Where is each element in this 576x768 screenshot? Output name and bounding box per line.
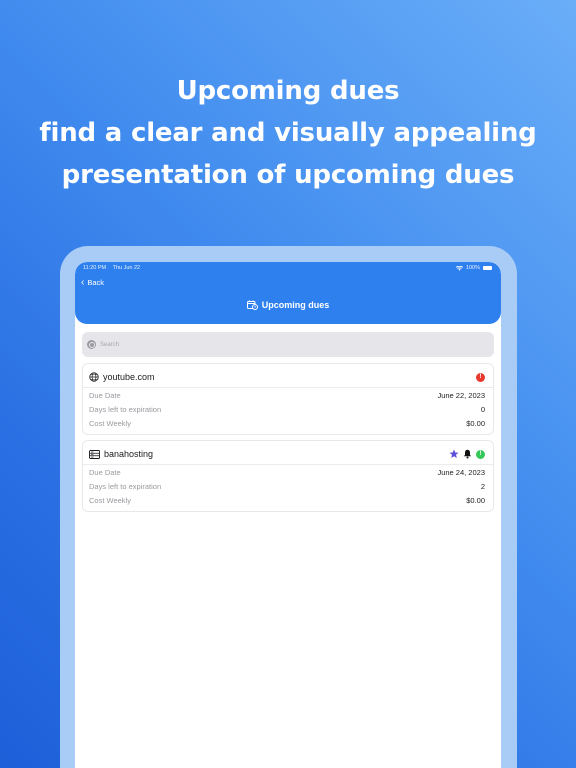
marketing-headline: Upcoming dues find a clear and visually … bbox=[0, 70, 576, 196]
status-time: 11:20 PM bbox=[83, 265, 107, 271]
days-left-value: 0 bbox=[480, 404, 485, 414]
due-date-value: June 22, 2023 bbox=[437, 390, 485, 400]
days-left-label: Days left to expiration bbox=[89, 481, 162, 491]
bell-icon bbox=[464, 449, 471, 459]
headline-line-3: presentation of upcoming dues bbox=[61, 160, 515, 190]
divider bbox=[83, 387, 493, 388]
page-title-text: Upcoming dues bbox=[261, 300, 330, 310]
status-badges: ! bbox=[449, 449, 485, 459]
battery-percent: 100% bbox=[465, 265, 480, 271]
item-name: banahosting bbox=[104, 449, 154, 459]
due-date-row: Due Date June 24, 2023 bbox=[89, 466, 485, 478]
search-field[interactable]: Search bbox=[82, 332, 494, 357]
page-title: Upcoming dues bbox=[75, 300, 501, 310]
search-icon bbox=[87, 340, 96, 349]
due-date-value: June 24, 2023 bbox=[437, 467, 485, 477]
status-badges: ! bbox=[476, 372, 485, 382]
cost-label: Cost Weekly bbox=[89, 495, 131, 505]
navigation-header: 11:20 PM Thu Jun 22 100% ‹ Back Upcoming… bbox=[75, 262, 501, 324]
cost-row: Cost Weekly $0.00 bbox=[89, 417, 485, 429]
headline-line-2: find a clear and visually appealing bbox=[39, 118, 537, 148]
battery-icon bbox=[483, 266, 492, 270]
days-left-label: Days left to expiration bbox=[89, 404, 162, 414]
cost-value: $0.00 bbox=[466, 495, 485, 505]
due-item-card[interactable]: banahosting ! Due Date June 24, 2023 Day… bbox=[82, 440, 494, 512]
status-bar-left: 11:20 PM Thu Jun 22 bbox=[83, 265, 145, 271]
search-placeholder: Search bbox=[100, 341, 120, 348]
divider bbox=[83, 464, 493, 465]
status-date: Thu Jun 22 bbox=[112, 265, 141, 271]
chevron-left-icon: ‹ bbox=[81, 276, 85, 288]
wifi-icon bbox=[455, 265, 463, 271]
exclamation-icon: ! bbox=[476, 372, 485, 382]
days-left-row: Days left to expiration 0 bbox=[89, 403, 485, 415]
cost-row: Cost Weekly $0.00 bbox=[89, 494, 485, 506]
status-bar-right: 100% bbox=[455, 265, 492, 271]
app-screen: 11:20 PM Thu Jun 22 100% ‹ Back Upcoming… bbox=[75, 262, 501, 768]
days-left-value: 2 bbox=[480, 481, 485, 491]
cost-value: $0.00 bbox=[466, 418, 485, 428]
due-date-label: Due Date bbox=[89, 467, 121, 477]
due-item-card[interactable]: youtube.com ! Due Date June 22, 2023 Day… bbox=[82, 363, 494, 435]
cost-label: Cost Weekly bbox=[89, 418, 131, 428]
item-name: youtube.com bbox=[103, 372, 155, 382]
exclamation-icon: ! bbox=[476, 449, 485, 459]
server-icon bbox=[89, 449, 100, 459]
back-label: Back bbox=[87, 278, 105, 287]
card-header: banahosting ! bbox=[89, 447, 485, 461]
due-date-label: Due Date bbox=[89, 390, 121, 400]
due-date-row: Due Date June 22, 2023 bbox=[89, 389, 485, 401]
calendar-clock-icon bbox=[246, 300, 258, 310]
globe-icon bbox=[89, 372, 99, 382]
days-left-row: Days left to expiration 2 bbox=[89, 480, 485, 492]
card-header: youtube.com ! bbox=[89, 370, 485, 384]
back-button[interactable]: ‹ Back bbox=[81, 276, 105, 288]
headline-line-1: Upcoming dues bbox=[176, 76, 400, 106]
star-icon bbox=[449, 449, 459, 458]
